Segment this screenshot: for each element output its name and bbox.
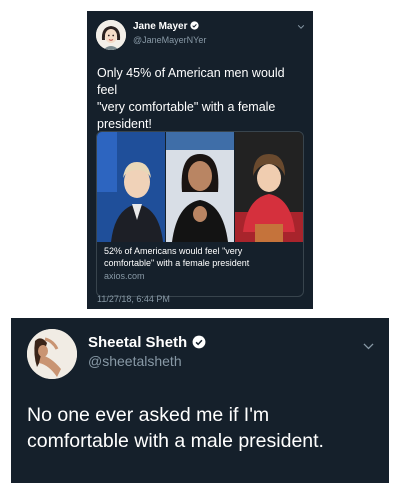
verified-badge-icon <box>190 21 200 30</box>
avatar-photo-icon <box>27 329 77 379</box>
chevron-down-icon[interactable] <box>297 23 305 31</box>
tweet-text: Only 45% of American men would feel "ver… <box>97 66 285 131</box>
display-name[interactable]: Sheetal Sheth <box>88 334 206 351</box>
display-name[interactable]: Jane Mayer <box>133 21 200 32</box>
display-name-text: Sheetal Sheth <box>88 334 188 351</box>
timestamp[interactable]: 11/27/18, 6:44 PM <box>97 294 170 304</box>
avatar-illustration-icon <box>96 20 126 50</box>
user-handle[interactable]: @sheetalsheth <box>88 353 182 369</box>
tweet-text: No one ever asked me if I'm comfortable … <box>27 404 324 452</box>
card-domain: axios.com <box>104 271 145 281</box>
tweet-sheetal-sheth: Sheetal Sheth @sheetalsheth No one ever … <box>11 318 389 483</box>
user-handle[interactable]: @JaneMayerNYer <box>133 35 206 45</box>
link-card[interactable]: 52% of Americans would feel "very comfor… <box>96 131 304 297</box>
verified-badge-icon <box>192 335 206 349</box>
avatar[interactable] <box>96 20 126 50</box>
card-image <box>97 132 303 242</box>
chevron-down-icon[interactable] <box>362 340 375 353</box>
avatar[interactable] <box>27 329 77 379</box>
card-title: 52% of Americans would feel "very comfor… <box>104 246 250 268</box>
tweet-jane-mayer: Jane Mayer @JaneMayerNYer Only 45% of Am… <box>87 11 313 309</box>
display-name-text: Jane Mayer <box>133 21 188 32</box>
